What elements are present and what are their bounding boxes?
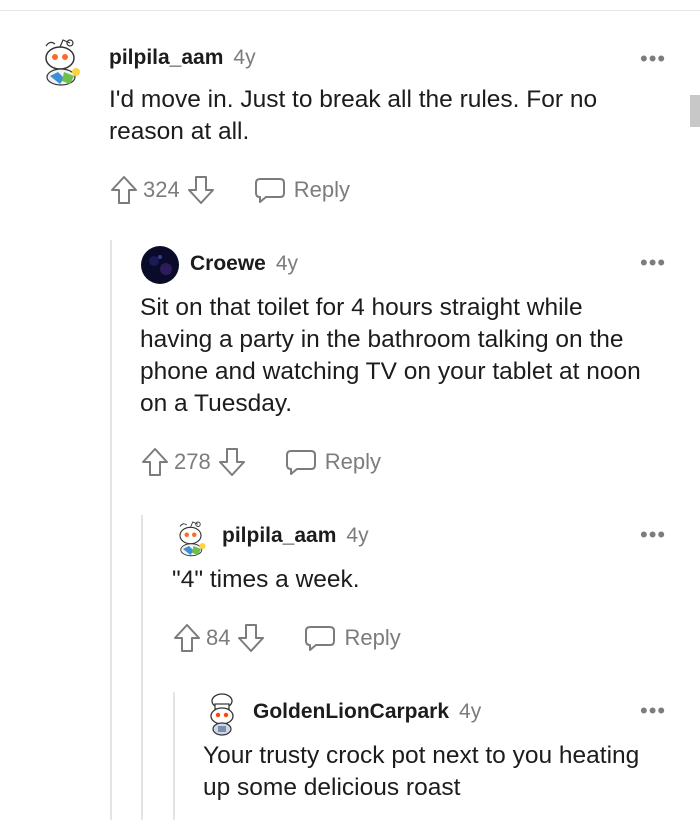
reply-label: Reply	[344, 625, 401, 650]
reply-icon	[254, 178, 285, 203]
comment-text: "4" times a week.	[172, 566, 360, 593]
comment-actions: 278 Reply	[140, 446, 381, 478]
comment-header: GoldenLionCarpark 4y	[253, 700, 481, 724]
comment-header: pilpila_aam 4y	[109, 46, 256, 70]
comment-text: I'd move in. Just to break all the rules…	[109, 86, 598, 145]
more-icon[interactable]: •••	[640, 524, 666, 546]
comment-text: Sit on that toilet for 4 hours straight …	[140, 294, 641, 417]
more-icon[interactable]: •••	[640, 700, 666, 722]
comment-age: 4y	[459, 700, 482, 723]
thread-line-level-1[interactable]	[110, 240, 112, 820]
reply-button[interactable]: Reply	[304, 624, 401, 652]
more-icon[interactable]: •••	[640, 48, 666, 70]
reply-button[interactable]: Reply	[285, 448, 381, 476]
thread-line-level-3[interactable]	[173, 692, 175, 820]
top-divider	[0, 10, 700, 11]
comment-header: pilpila_aam 4y	[222, 524, 369, 548]
upvote-icon[interactable]	[109, 174, 139, 206]
username[interactable]: Croewe	[190, 252, 266, 276]
comment-text: Your trusty crock pot next to you heatin…	[203, 742, 640, 801]
reply-label: Reply	[293, 177, 350, 202]
downvote-icon[interactable]	[217, 446, 247, 478]
comment-actions: 84 Reply	[172, 622, 401, 654]
upvote-icon[interactable]	[140, 446, 170, 478]
vote-count: 324	[143, 177, 180, 202]
vote-count: 278	[174, 449, 211, 474]
snoo-avatar[interactable]	[36, 32, 88, 88]
comment-header: Croewe 4y	[190, 252, 298, 276]
username[interactable]: pilpila_aam	[222, 524, 336, 548]
chef-snoo-avatar[interactable]	[204, 692, 242, 736]
reply-icon	[285, 450, 316, 475]
comment-age: 4y	[346, 524, 369, 547]
comment-actions: 324 Reply	[109, 174, 350, 206]
comment-age: 4y	[275, 252, 299, 275]
reply-icon	[305, 626, 336, 651]
scrollbar-thumb[interactable]	[690, 95, 700, 127]
more-icon[interactable]: •••	[640, 252, 666, 274]
vote-count: 84	[206, 625, 231, 650]
comment-age: 4y	[233, 46, 256, 69]
downvote-icon[interactable]	[236, 622, 266, 654]
upvote-icon[interactable]	[172, 622, 202, 654]
reply-button[interactable]: Reply	[254, 176, 350, 204]
downvote-icon[interactable]	[186, 174, 216, 206]
reply-label: Reply	[324, 449, 381, 474]
username[interactable]: pilpila_aam	[109, 46, 223, 70]
dark-avatar[interactable]	[140, 245, 180, 285]
snoo-avatar[interactable]	[172, 516, 212, 558]
username[interactable]: GoldenLionCarpark	[253, 700, 449, 724]
thread-line-level-2[interactable]	[141, 515, 143, 820]
